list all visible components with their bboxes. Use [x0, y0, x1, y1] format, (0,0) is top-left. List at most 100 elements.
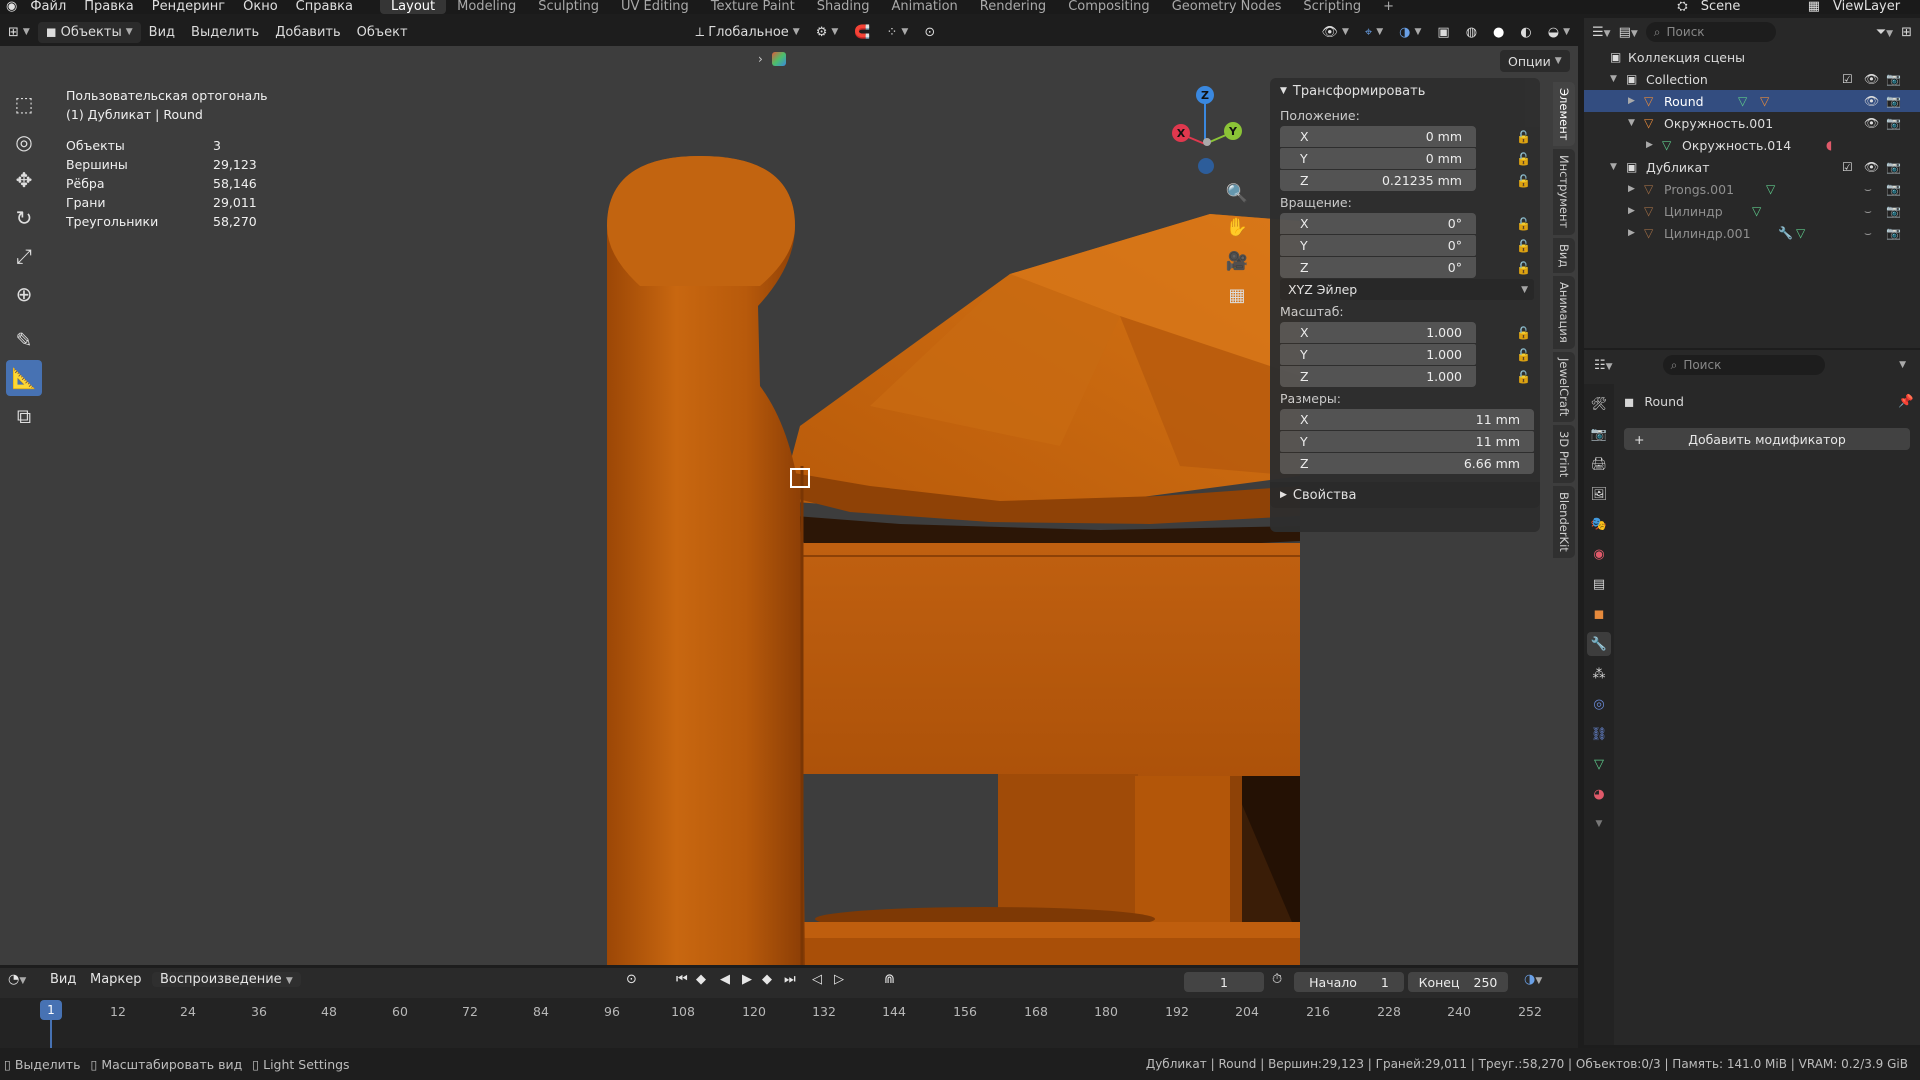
menu-add[interactable]: Добавить [267, 22, 348, 43]
chevron-right-icon[interactable]: ▶ [1628, 228, 1635, 238]
eye-closed-icon[interactable]: ⌣ [1864, 226, 1872, 241]
transform-icon[interactable]: ⊕ [6, 276, 42, 312]
location-x-field[interactable]: X0 mm 🔓 [1280, 126, 1531, 147]
outliner-row-round[interactable]: ▶ ▽ Round ▽ ▽ 👁 📷 [1584, 90, 1920, 112]
current-frame-field[interactable]: 1 [1184, 972, 1264, 992]
properties-editor-icon[interactable]: ☷▼ [1594, 358, 1613, 373]
blender-logo-icon[interactable]: ◉ [0, 0, 21, 14]
timeline-menu-marker[interactable]: Маркер [90, 972, 142, 987]
outliner-row-cylinder[interactable]: ▶ ▽ Цилиндр ▽ ⌣ 📷 [1584, 200, 1920, 222]
menu-object[interactable]: Объект [349, 22, 416, 43]
add-modifier-button[interactable]: + Добавить модификатор [1624, 428, 1910, 450]
jump-start-icon[interactable]: ⏮ [676, 972, 688, 987]
tab-sculpting[interactable]: Sculpting [527, 0, 610, 14]
tab-scripting[interactable]: Scripting [1292, 0, 1372, 14]
tab-layout[interactable]: Layout [379, 0, 447, 14]
play-icon[interactable]: ▶ [742, 972, 752, 987]
outliner-row-duplicate[interactable]: ▼ ▣ Дубликат ☑ 👁 📷 [1584, 156, 1920, 178]
prev-frame-icon[interactable]: ◁ [812, 972, 822, 987]
filter-icon[interactable]: ⏷▼ [1876, 25, 1893, 40]
start-frame-field[interactable]: Начало 1 [1294, 972, 1404, 992]
collapse-tabs-icon[interactable]: ▼ [1587, 812, 1611, 836]
menu-help[interactable]: Справка [287, 0, 362, 14]
particles-icon[interactable]: ⁂ [1587, 662, 1611, 686]
snap-icon[interactable]: 🧲 [846, 22, 878, 43]
render-camera-icon[interactable]: 📷 [1886, 204, 1901, 218]
view-layer-icon[interactable]: 🖼 [1587, 482, 1611, 506]
chevron-down-icon[interactable]: ▼ [1610, 162, 1617, 172]
eye-icon[interactable]: 👁 [1864, 94, 1879, 108]
lock-icon[interactable]: 🔓 [1516, 239, 1531, 253]
lock-icon[interactable]: 🔓 [1516, 348, 1531, 362]
tab-blenderkit[interactable]: BlenderKit [1553, 486, 1575, 559]
lock-icon[interactable]: 🔓 [1516, 152, 1531, 166]
rotate-icon[interactable]: ↻ [6, 200, 42, 236]
chevron-right-icon[interactable]: ▶ [1628, 96, 1635, 106]
physics-icon[interactable]: ◎ [1587, 692, 1611, 716]
jump-end-icon[interactable]: ⏭ [784, 972, 796, 987]
rotation-y-field[interactable]: Y 0° 🔓 [1280, 235, 1531, 256]
3d-viewport[interactable]: ⬚ ◎ ✥ ↻ ⤢ ⊕ ✎ 📐 ⧉ Пользовательская ортог… [0, 46, 1578, 965]
cursor-icon[interactable]: ◎ [6, 124, 42, 160]
transform-panel-header[interactable]: ▼ Трансформировать [1270, 78, 1540, 104]
pan-hand-icon[interactable]: ✋ [1222, 212, 1252, 242]
material-shading-icon[interactable]: ◐ [1512, 22, 1539, 43]
eye-icon[interactable]: 👁 [1864, 72, 1879, 86]
properties-search-input[interactable]: ⌕ Поиск [1662, 355, 1825, 375]
render-camera-icon[interactable]: 📷 [1886, 72, 1901, 86]
jump-keyframe-forward-icon[interactable]: ◆ [762, 972, 772, 987]
outliner-row-scene-collection[interactable]: ▣ Коллекция сцены [1584, 46, 1920, 68]
scene-icon[interactable]: ⛭ [1673, 0, 1691, 14]
render-camera-icon[interactable]: 📷 [1886, 160, 1901, 174]
jump-keyframe-back-icon[interactable]: ◆ [696, 972, 706, 987]
scale-y-field[interactable]: Y 1.000 🔓 [1280, 344, 1531, 365]
select-box-icon[interactable]: ⬚ [6, 86, 42, 122]
render-camera-icon[interactable]: 📷 [1886, 226, 1901, 240]
zoom-icon[interactable]: 🔍 [1222, 178, 1252, 208]
tab-uv-editing[interactable]: UV Editing [610, 0, 700, 14]
scale-x-field[interactable]: X 1.000 🔓 [1280, 322, 1531, 343]
timeline-overlay-icon[interactable]: ◑▼ [1524, 972, 1542, 987]
object-name[interactable]: Round [1644, 394, 1684, 409]
outliner-row-circle-001[interactable]: ▼ ▽ Окружность.001 👁 📷 [1584, 112, 1920, 134]
proportional-edit-icon[interactable]: ⊙ [916, 22, 943, 43]
pivot-icon[interactable]: ⚙ ▼ [808, 22, 847, 43]
timeline-ruler[interactable]: 12 24 36 48 60 72 84 96 108 120 132 144 … [0, 998, 1578, 1048]
chevron-right-icon[interactable]: ▶ [1628, 184, 1635, 194]
lock-icon[interactable]: 🔓 [1516, 130, 1531, 144]
dimensions-x-field[interactable]: X 11 mm [1280, 409, 1534, 430]
tab-animation[interactable]: Animation [881, 0, 969, 14]
tab-item[interactable]: Элемент [1553, 82, 1575, 147]
visibility-icon[interactable]: 👁 ▼ [1313, 22, 1356, 43]
menu-view[interactable]: Вид [141, 22, 183, 43]
editor-type-icon[interactable]: ⊞ ▼ [0, 22, 38, 43]
dimensions-y-field[interactable]: Y 11 mm [1280, 431, 1534, 452]
end-frame-field[interactable]: Конец 250 [1408, 972, 1508, 992]
chevron-right-icon[interactable]: ▶ [1646, 140, 1653, 150]
render-camera-icon[interactable]: 📷 [1886, 182, 1901, 196]
rotation-x-field[interactable]: X 0° 🔓 [1280, 213, 1531, 234]
lock-icon[interactable]: 🔓 [1516, 217, 1531, 231]
tab-shading[interactable]: Shading [806, 0, 881, 14]
keying-icon[interactable]: ⋒ [884, 972, 895, 987]
asset-icon[interactable] [772, 52, 786, 66]
tab-tool[interactable]: Инструмент [1553, 149, 1575, 235]
outliner-row-collection[interactable]: ▼ ▣ Collection ☑ 👁 📷 [1584, 68, 1920, 90]
annotate-icon[interactable]: ✎ [6, 322, 42, 358]
orientation-select[interactable]: ⟂ Глобальное ▼ [688, 22, 808, 43]
rotation-mode-select[interactable]: XYZ Эйлер ▼ [1280, 279, 1534, 300]
menu-edit[interactable]: Правка [75, 0, 142, 14]
chevron-down-icon[interactable]: ▼ [1610, 74, 1617, 84]
measure-icon[interactable]: 📐 [6, 360, 42, 396]
options-button[interactable]: Опции ▼ [1500, 50, 1570, 72]
outliner-row-circle-014[interactable]: ▶ ▽ Окружность.014 ◖ [1584, 134, 1920, 156]
display-mode-icon[interactable]: ▤▼ [1619, 25, 1638, 40]
tab-compositing[interactable]: Compositing [1057, 0, 1161, 14]
output-properties-icon[interactable]: 🖨 [1587, 452, 1611, 476]
menu-select[interactable]: Выделить [183, 22, 267, 43]
scale-icon[interactable]: ⤢ [6, 238, 42, 274]
lock-icon[interactable]: 🔓 [1516, 261, 1531, 275]
constraints-icon[interactable]: ⛓ [1587, 722, 1611, 746]
tab-jewelcraft[interactable]: JewelCraft [1553, 351, 1575, 423]
tab-texture-paint[interactable]: Texture Paint [700, 0, 806, 14]
